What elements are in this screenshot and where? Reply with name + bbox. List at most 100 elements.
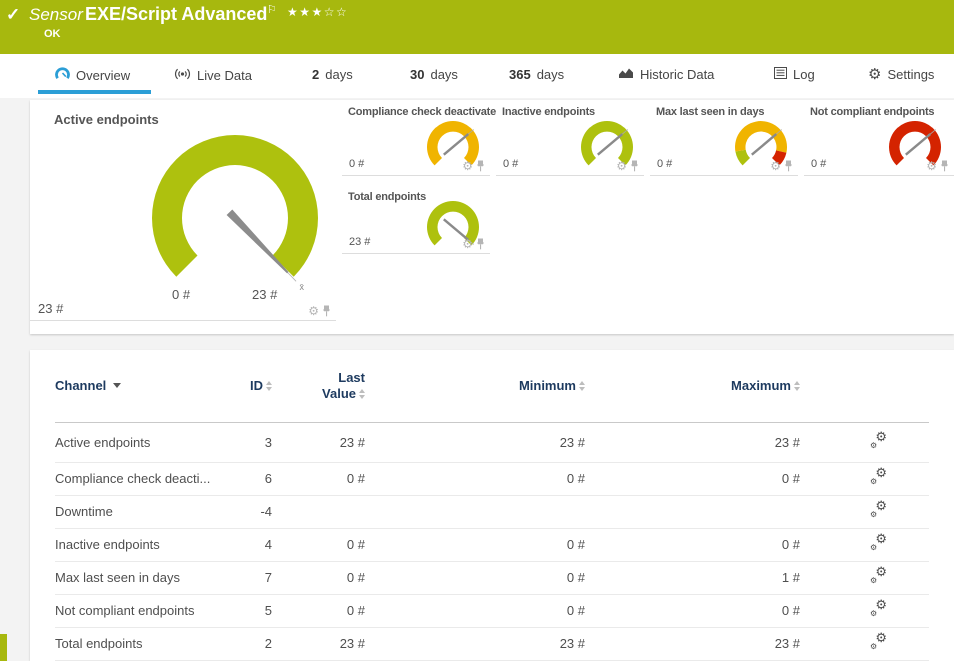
last-value-cell: 23 # xyxy=(272,422,365,462)
channel-id-cell: 4 xyxy=(237,528,272,561)
table-row: Inactive endpoints 4 0 # 0 # 0 # ⚙⚙ xyxy=(55,528,929,561)
tab-overview-label: Overview xyxy=(76,68,130,83)
table-row: Downtime -4 ⚙⚙ xyxy=(55,495,929,528)
table-row: Max last seen in days 7 0 # 0 # 1 # ⚙⚙ xyxy=(55,561,929,594)
table-row: Not compliant endpoints 5 0 # 0 # 0 # ⚙⚙ xyxy=(55,594,929,627)
sensor-title-bar: ✓ Sensor EXE/Script Advanced ⚐ ★★★☆☆ OK xyxy=(0,0,954,54)
channel-id-cell: -4 xyxy=(237,495,272,528)
tab-settings[interactable]: ⚙ Settings xyxy=(868,67,934,82)
gauge-panel-not-compliant: Not compliant endpoints 0 # ⚙ xyxy=(804,100,954,176)
gauge-value: 0 # xyxy=(349,158,364,170)
gauge-settings-gear-icon[interactable]: ⚙ xyxy=(926,160,937,172)
maximum-cell: 0 # xyxy=(585,594,800,627)
column-header-minimum-label: Minimum xyxy=(519,378,576,393)
column-header-minimum[interactable]: Minimum xyxy=(365,350,585,422)
sort-desc-caret-icon xyxy=(113,383,121,388)
active-tab-underline xyxy=(38,90,151,94)
table-row: Active endpoints 3 23 # 23 # 23 # ⚙⚙ xyxy=(55,422,929,462)
tab-historic-data[interactable]: Historic Data xyxy=(618,67,714,82)
edit-channel-gears-icon[interactable]: ⚙⚙ xyxy=(870,469,887,485)
status-ok-check-icon: ✓ xyxy=(6,5,20,25)
channel-id-cell: 5 xyxy=(237,594,272,627)
channel-id-cell: 2 xyxy=(237,627,272,660)
maximum-cell: 0 # xyxy=(585,528,800,561)
channel-id-cell: 6 xyxy=(237,462,272,495)
column-header-maximum[interactable]: Maximum xyxy=(585,350,800,422)
sort-icon xyxy=(266,381,272,391)
table-row: Total endpoints 2 23 # 23 # 23 # ⚙⚙ xyxy=(55,627,929,660)
tab-historic-data-label: Historic Data xyxy=(640,67,714,82)
gauge-value: 23 # xyxy=(38,301,63,316)
priority-stars[interactable]: ★★★☆☆ xyxy=(287,5,348,19)
gauge-settings-gear-icon[interactable]: ⚙ xyxy=(462,238,473,250)
gauge-min-label: 0 # xyxy=(172,287,190,302)
gauge-title: Inactive endpoints xyxy=(496,100,644,118)
tab-log-label: Log xyxy=(793,67,815,82)
svg-text:x̄: x̄ xyxy=(299,282,304,292)
gauge-settings-gear-icon[interactable]: ⚙ xyxy=(462,160,473,172)
gauge-pin-icon[interactable] xyxy=(784,160,793,172)
gauges-panel: Active endpoints x̄ 0 # 23 # 23 # ⚙ Comp… xyxy=(30,100,954,334)
minimum-cell: 23 # xyxy=(365,627,585,660)
tab-30-days-number: 30 xyxy=(410,67,424,82)
stars-filled[interactable]: ★★★ xyxy=(287,5,324,19)
column-header-last-label: Last xyxy=(338,370,365,386)
maximum-cell: 1 # xyxy=(585,561,800,594)
tab-365-days[interactable]: 365 days xyxy=(509,67,564,82)
gauge-title: Max last seen in days xyxy=(650,100,798,118)
gauge-settings-gear-icon[interactable]: ⚙ xyxy=(308,305,319,317)
gauge-title: Compliance check deactivated xyxy=(342,100,490,118)
tab-overview[interactable]: Overview xyxy=(55,67,130,83)
last-value-cell xyxy=(272,495,365,528)
minimum-cell: 0 # xyxy=(365,528,585,561)
footer-accent-strip xyxy=(0,634,7,661)
column-header-channel[interactable]: Channel xyxy=(55,350,237,422)
tab-log[interactable]: Log xyxy=(774,67,815,82)
edit-channel-gears-icon[interactable]: ⚙⚙ xyxy=(870,535,887,551)
edit-channel-gears-icon[interactable]: ⚙⚙ xyxy=(870,433,887,449)
table-row: Compliance check deacti... 6 0 # 0 # 0 #… xyxy=(55,462,929,495)
last-value-cell: 0 # xyxy=(272,528,365,561)
edit-channel-gears-icon[interactable]: ⚙⚙ xyxy=(870,634,887,650)
gauge-pin-icon[interactable] xyxy=(940,160,949,172)
gauge-title: Active endpoints xyxy=(30,100,336,127)
gauge-settings-gear-icon[interactable]: ⚙ xyxy=(616,160,627,172)
tab-live-data[interactable]: Live Data xyxy=(174,67,252,84)
last-value-cell: 0 # xyxy=(272,561,365,594)
sort-icon xyxy=(359,389,365,399)
channel-id-cell: 7 xyxy=(237,561,272,594)
gauge-settings-gear-icon[interactable]: ⚙ xyxy=(770,160,781,172)
channel-name-cell: Downtime xyxy=(55,495,237,528)
minimum-cell: 0 # xyxy=(365,462,585,495)
column-header-id[interactable]: ID xyxy=(237,350,272,422)
edit-channel-gears-icon[interactable]: ⚙⚙ xyxy=(870,568,887,584)
active-endpoints-gauge: x̄ xyxy=(130,126,340,323)
edit-channel-gears-icon[interactable]: ⚙⚙ xyxy=(870,502,887,518)
tab-settings-label: Settings xyxy=(887,67,934,82)
broadcast-icon xyxy=(174,67,191,84)
tab-30-days[interactable]: 30 days xyxy=(410,67,458,82)
channel-name-cell: Active endpoints xyxy=(55,422,237,462)
maximum-cell: 23 # xyxy=(585,422,800,462)
stars-empty[interactable]: ☆☆ xyxy=(324,5,349,19)
gauge-pin-icon[interactable] xyxy=(476,160,485,172)
gauge-pin-icon[interactable] xyxy=(630,160,639,172)
channel-id-cell: 3 xyxy=(237,422,272,462)
gauge-icon xyxy=(55,67,70,83)
total-endpoints-gauge xyxy=(422,197,484,260)
gauge-title: Not compliant endpoints xyxy=(804,100,954,118)
minimum-cell: 0 # xyxy=(365,594,585,627)
tab-live-data-label: Live Data xyxy=(197,68,252,83)
gauge-value: 23 # xyxy=(349,236,370,248)
column-header-id-label: ID xyxy=(250,378,263,393)
channel-name-cell: Compliance check deacti... xyxy=(55,462,237,495)
object-kind-label: Sensor xyxy=(29,5,83,25)
tab-2-days[interactable]: 2 days xyxy=(312,67,353,82)
gauge-pin-icon[interactable] xyxy=(476,238,485,250)
gauge-pin-icon[interactable] xyxy=(322,305,331,317)
minimum-cell: 0 # xyxy=(365,561,585,594)
column-header-actions xyxy=(800,350,929,422)
column-header-last-value[interactable]: LastValue xyxy=(272,350,365,422)
gauge-value: 0 # xyxy=(503,158,518,170)
edit-channel-gears-icon[interactable]: ⚙⚙ xyxy=(870,601,887,617)
